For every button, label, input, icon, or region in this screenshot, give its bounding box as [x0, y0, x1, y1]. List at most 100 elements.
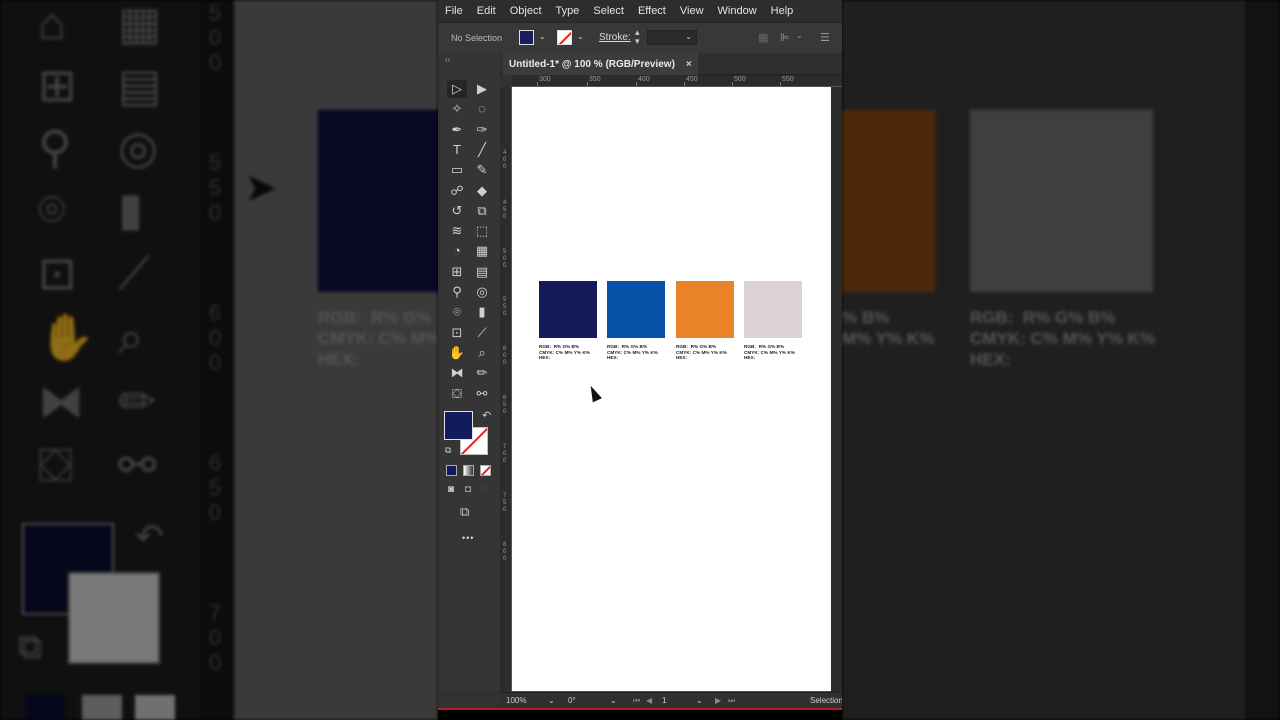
vertical-scrollbar[interactable]	[831, 87, 842, 692]
first-artboard-icon[interactable]: ⏮	[633, 696, 640, 706]
edit-toolbar-button[interactable]: •••	[462, 533, 474, 543]
fill-box[interactable]	[444, 411, 473, 440]
fill-color-swatch[interactable]	[519, 30, 534, 45]
menu-object[interactable]: Object	[510, 5, 542, 17]
selection-tool-icon[interactable]: ▷	[447, 80, 467, 98]
color-swatch[interactable]	[744, 281, 802, 338]
mesh-tool-icon[interactable]: ⊞	[447, 263, 467, 281]
lasso-tool-icon[interactable]: ◌	[472, 100, 492, 118]
stroke-weight-dropdown-icon[interactable]: ⌄	[685, 32, 692, 41]
width-tool-icon[interactable]: ≋	[447, 222, 467, 240]
color-swatch-card[interactable]: RGB: R% G% B% CMYK: C% M% Y% K% HEX:	[676, 281, 734, 361]
type-tool-icon[interactable]: T	[447, 141, 467, 159]
eyedropper-alt-tool-icon[interactable]: ⚯	[472, 385, 492, 403]
color-swatch[interactable]	[607, 281, 665, 338]
previous-artboard-icon[interactable]: ◀	[646, 696, 652, 705]
menu-select[interactable]: Select	[593, 5, 624, 17]
bg-swap-icon: ↶	[135, 518, 164, 556]
stroke-dropdown-icon[interactable]: ⌄	[577, 32, 584, 41]
ruler-digit: 0	[503, 164, 507, 170]
scale-tool-icon[interactable]: ⧉	[472, 202, 492, 220]
horizontal-ruler[interactable]: 300 350 400 450 500 550	[512, 75, 842, 87]
default-fill-stroke-icon[interactable]: ⧉	[445, 445, 451, 456]
color-swatch[interactable]	[539, 281, 597, 338]
menu-window[interactable]: Window	[718, 5, 757, 17]
menu-help[interactable]: Help	[771, 5, 794, 17]
ruler-tick	[587, 82, 588, 86]
bg-reflect-icon: ⧓	[38, 375, 84, 427]
bg-graph-icon: ▮	[118, 183, 144, 235]
rotation-dropdown-icon[interactable]: ⌄	[610, 696, 617, 705]
swap-fill-stroke-icon[interactable]: ↶	[482, 409, 491, 422]
menu-edit[interactable]: Edit	[477, 5, 496, 17]
color-mode-button[interactable]	[446, 465, 457, 476]
last-artboard-icon[interactable]: ⏭	[728, 696, 735, 706]
draw-normal-icon[interactable]: ◙	[448, 484, 454, 495]
direct-selection-tool-icon[interactable]: ▶	[472, 80, 492, 98]
stroke-stepper-icon[interactable]: ▴ ▾	[635, 28, 640, 46]
blend-tool-icon[interactable]: ◎	[472, 283, 492, 301]
ruler-digit: 6	[503, 346, 507, 352]
rotation-value[interactable]: 0°	[568, 696, 576, 705]
stroke-color-swatch[interactable]	[557, 30, 572, 45]
stroke-label[interactable]: Stroke:	[599, 32, 631, 43]
color-swatch[interactable]	[676, 281, 734, 338]
transform-icon[interactable]: ⊫	[780, 31, 790, 44]
draw-behind-icon[interactable]: ◘	[465, 484, 471, 495]
bg-ruler-digit: 5	[208, 150, 222, 175]
canvas-area[interactable]: RGB: R% G% B% CMYK: C% M% Y% K% HEX: RGB:…	[512, 87, 842, 692]
artboard-dropdown-icon[interactable]: ⌄	[696, 696, 703, 705]
document-tab[interactable]: Untitled-1* @ 100 % (RGB/Preview) ×	[503, 53, 698, 75]
panel-menu-icon[interactable]: ☰	[820, 31, 830, 44]
line-segment-tool-icon[interactable]: ╱	[472, 141, 492, 159]
slice-tool-icon[interactable]: ⟋	[472, 324, 492, 342]
vertical-ruler[interactable]: 400450500550600650700750800	[500, 87, 512, 692]
gradient-mode-button[interactable]	[463, 465, 474, 476]
curvature-tool-icon[interactable]: ✑	[472, 121, 492, 139]
live-paint-bucket-tool-icon[interactable]: ⛋	[447, 385, 467, 403]
magic-wand-tool-icon[interactable]: ✧	[447, 100, 467, 118]
next-artboard-icon[interactable]: ▶	[715, 696, 721, 705]
pen-tool-icon[interactable]: ✒	[447, 121, 467, 139]
current-tool-name: Selection	[810, 696, 842, 705]
bg-mini-gradient	[82, 695, 122, 720]
artboard-number[interactable]: 1	[662, 696, 666, 705]
draw-inside-icon[interactable]: ◌	[482, 484, 488, 495]
panel-grip-icon[interactable]: ‹‹	[445, 55, 450, 64]
ruler-tick	[636, 82, 637, 86]
eraser-tool-icon[interactable]: ◆	[472, 182, 492, 200]
color-swatch-card[interactable]: RGB: R% G% B% CMYK: C% M% Y% K% HEX:	[539, 281, 597, 361]
perspective-grid-tool-icon[interactable]: ▦	[472, 242, 492, 260]
menu-effect[interactable]: Effect	[638, 5, 666, 17]
menu-type[interactable]: Type	[556, 5, 580, 17]
align-icon[interactable]: ▦	[758, 31, 768, 44]
color-swatch-card[interactable]: RGB: R% G% B% CMYK: C% M% Y% K% HEX:	[607, 281, 665, 361]
rectangle-tool-icon[interactable]: ▭	[447, 161, 467, 179]
transform-dropdown-icon[interactable]: ⌄	[796, 31, 803, 40]
zoom-dropdown-icon[interactable]: ⌄	[548, 696, 555, 705]
menu-view[interactable]: View	[680, 5, 704, 17]
shape-builder-tool-icon[interactable]: ◔	[447, 242, 467, 260]
hand-tool-icon[interactable]: ✋	[447, 344, 467, 362]
fill-dropdown-icon[interactable]: ⌄	[539, 32, 546, 41]
none-mode-button[interactable]	[480, 465, 491, 476]
menu-file[interactable]: File	[445, 5, 463, 17]
gradient-tool-icon[interactable]: ▤	[472, 263, 492, 281]
screen-mode-icon[interactable]: ⧉	[460, 504, 469, 520]
column-graph-tool-icon[interactable]: ▮	[472, 303, 492, 321]
paintbrush-tool-icon[interactable]: ✎	[472, 161, 492, 179]
free-transform-tool-icon[interactable]: ⬚	[472, 222, 492, 240]
shaper-tool-icon[interactable]: ☍	[447, 182, 467, 200]
close-tab-icon[interactable]: ×	[686, 59, 692, 70]
stroke-weight-field[interactable]: ⌄	[647, 30, 697, 45]
color-swatch-card[interactable]: RGB: R% G% B% CMYK: C% M% Y% K% HEX:	[744, 281, 802, 361]
pencil-tool-icon[interactable]: ✏	[472, 364, 492, 382]
eyedropper-tool-icon[interactable]: ⚲	[447, 283, 467, 301]
rotate-tool-icon[interactable]: ↺	[447, 202, 467, 220]
zoom-tool-icon[interactable]: ⌕	[472, 344, 492, 362]
symbol-sprayer-tool-icon[interactable]: ⌾	[447, 303, 467, 321]
artboard[interactable]: RGB: R% G% B% CMYK: C% M% Y% K% HEX: RGB:…	[512, 87, 831, 691]
zoom-level[interactable]: 100%	[506, 696, 526, 705]
reflect-tool-icon[interactable]: ⧓	[447, 364, 467, 382]
artboard-tool-icon[interactable]: ⊡	[447, 324, 467, 342]
